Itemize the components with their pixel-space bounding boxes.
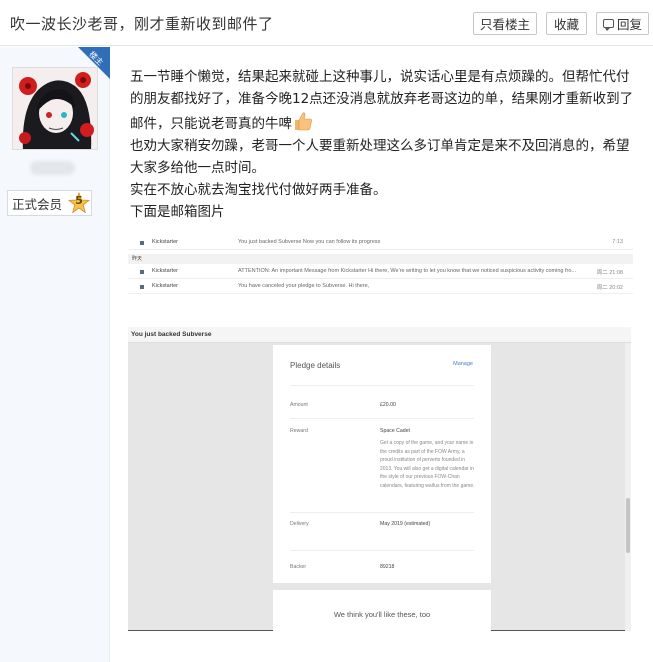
- mail-icon: [140, 285, 144, 289]
- post-paragraph: 下面是邮箱图片: [130, 204, 225, 220]
- mail-date: 周二 20:02: [596, 285, 623, 291]
- divider: [290, 385, 474, 386]
- post-paragraph: 实在不放心就去淘宝找代付做好两手准备。: [130, 182, 387, 198]
- member-rank: 正式会员 5: [7, 190, 92, 216]
- post-paragraph: 五一节睡个懒觉，结果起来就碰上这种事儿，说实话心里是有点烦躁的。但帮忙代付的朋友…: [130, 69, 634, 132]
- mail-sender: Kickstarter: [152, 268, 178, 274]
- suggestions-text: We think you'll like these, too: [333, 610, 431, 619]
- post-paragraph: 也劝大家稍安勿躁，老哥一个人要重新处理这么多订单肯定是来不及回消息的，希望大家多…: [130, 138, 630, 176]
- scrollbar-thumb: [626, 498, 630, 553]
- avatar-image: [13, 68, 97, 149]
- username-redacted: [30, 161, 75, 175]
- reply-label: 回复: [616, 17, 642, 32]
- mail-date: 7:13: [612, 239, 623, 245]
- email-subject: You just backed Subverse: [131, 331, 212, 338]
- mail-icon: [140, 270, 144, 274]
- only-op-button[interactable]: 只看楼主: [473, 12, 537, 35]
- avatar[interactable]: [12, 67, 98, 150]
- rank-level: 5: [75, 194, 83, 207]
- reward-key: Reward: [290, 428, 308, 434]
- mail-subject: ATTENTION: An important Message from Kic…: [238, 268, 576, 274]
- thread-header: 吹一波长沙老哥，刚才重新收到邮件了 只看楼主 收藏 回复: [0, 0, 653, 46]
- backer-key: Backer: [290, 564, 307, 570]
- thumbs-up-icon: [295, 112, 312, 131]
- reply-button[interactable]: 回复: [596, 12, 649, 35]
- inbox-screenshot: Kickstarter You just backed Subverse Now…: [128, 232, 633, 296]
- amount-key: Amount: [290, 402, 308, 408]
- mail-sender: Kickstarter: [152, 283, 178, 289]
- list-item: Kickstarter ATTENTION: An important Mess…: [128, 265, 633, 279]
- mail-subject: You have canceled your pledge to Subvers…: [238, 283, 370, 289]
- reply-icon: [602, 19, 614, 31]
- suggestions-card: We think you'll like these, too: [273, 590, 491, 631]
- pledge-title: Pledge details: [290, 361, 341, 370]
- delivery-key: Delivery: [290, 521, 309, 527]
- author-sidebar: 楼主 正式会员 5: [0, 47, 110, 662]
- email-header: You just backed Subverse: [128, 327, 631, 343]
- mail-icon: [140, 241, 144, 245]
- reward-description: Get a copy of the game, and your name in…: [380, 440, 475, 489]
- mail-date: 周二 21:08: [596, 270, 623, 276]
- day-label: 昨天: [132, 256, 143, 262]
- list-item: Kickstarter You have canceled your pledg…: [128, 280, 633, 294]
- divider: [290, 418, 474, 419]
- favorite-button[interactable]: 收藏: [546, 12, 587, 35]
- manage-link: Manage: [453, 361, 473, 367]
- delivery-value: May 2019 (estimated): [380, 521, 431, 527]
- mail-sender: Kickstarter: [152, 239, 178, 245]
- mail-subject: You just backed Subverse Now you can fol…: [238, 239, 381, 245]
- rank-label: 正式会员: [12, 196, 63, 212]
- thread-title: 吹一波长沙老哥，刚才重新收到邮件了: [10, 15, 274, 33]
- email-scrollbar: [625, 343, 631, 631]
- backer-value: 89218: [380, 564, 395, 570]
- post-body: 五一节睡个懒觉，结果起来就碰上这种事儿，说实话心里是有点烦躁的。但帮忙代付的朋友…: [130, 66, 640, 223]
- pledge-card: Pledge details Manage Amount £20.00 Rewa…: [273, 345, 491, 583]
- divider: [290, 512, 474, 513]
- reward-value: Space Cadet: [380, 428, 410, 434]
- day-divider: 昨天: [128, 254, 633, 264]
- divider: [290, 550, 474, 551]
- email-screenshot: You just backed Subverse Pledge details …: [128, 327, 631, 631]
- amount-value: £20.00: [380, 402, 396, 408]
- list-item: Kickstarter You just backed Subverse Now…: [128, 236, 633, 250]
